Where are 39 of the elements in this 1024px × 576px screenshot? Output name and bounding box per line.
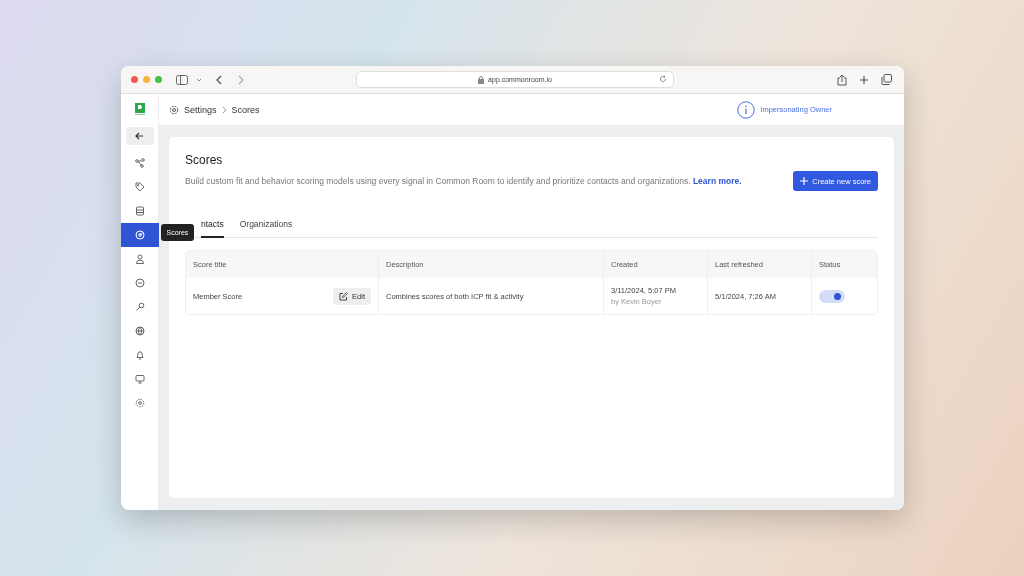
learn-more-link[interactable]: Learn more. [692,176,742,186]
breadcrumb-current: Scores [231,104,260,115]
monitor-icon [134,374,145,384]
close-button[interactable] [131,76,138,83]
back-button[interactable] [125,127,154,145]
nodes-icon [134,158,145,168]
zoom-button[interactable] [155,76,162,83]
tabs-icon[interactable] [881,74,892,85]
sidebar-toggle-icon[interactable] [176,74,188,85]
bell-icon [134,350,145,360]
forward-icon[interactable] [238,74,244,85]
key-icon [134,302,145,312]
globe-icon [134,326,145,336]
minimize-button[interactable] [143,76,150,83]
plus-icon[interactable] [859,74,869,85]
tab[interactable]: Organizations [239,215,293,238]
status-toggle[interactable] [819,289,845,303]
edit-icon [339,291,349,301]
back-icon[interactable] [216,74,222,85]
lock-icon [478,75,485,84]
info-icon [737,100,756,119]
chevron-right-icon [221,105,227,114]
list-icon [134,206,145,216]
person-icon [134,254,145,264]
page-description: Build custom fit and behavior scoring models using every signal in Common Room to identify and prioritize contacts and organizations. Learn more. [185,175,743,188]
arrow-left-icon [135,132,144,140]
share-icon[interactable] [837,73,847,86]
gear-icon [134,398,145,408]
logo-icon[interactable] [134,103,145,115]
breadcrumb-link[interactable]: Settings [184,104,217,115]
chevron-down-icon[interactable] [196,77,202,82]
page-title: Scores [185,153,224,167]
reload-icon[interactable] [659,75,667,83]
tag-icon [134,182,145,192]
gauge-icon [134,230,145,240]
circle-icon [134,278,145,288]
plus-icon [800,177,809,185]
tab[interactable]: ntacts [201,215,224,238]
settings-icon [169,104,179,115]
